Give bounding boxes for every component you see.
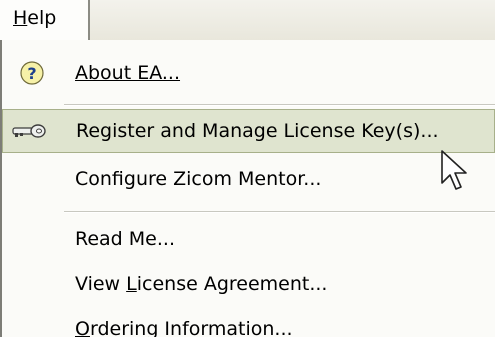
menu-item-ordering-info[interactable]: Ordering Information... [2, 306, 495, 337]
question-icon: ? [20, 61, 44, 85]
menu-item-ordering-label: Ordering Information... [75, 318, 293, 337]
svg-text:?: ? [27, 64, 36, 83]
menu-item-read-me-label: Read Me... [75, 228, 175, 250]
menu-item-about-label: About EA... [75, 62, 180, 84]
ordering-access-key: O [75, 318, 90, 337]
help-menu[interactable]: Help [0, 0, 90, 40]
menu-item-register-label: Register and Manage License Key(s)... [76, 120, 439, 142]
about-label-text: About EA... [75, 62, 181, 84]
help-access-key: H [13, 7, 28, 29]
menu-item-view-license[interactable]: View License Agreement... [2, 261, 495, 307]
ordering-label-rest: rdering Information... [89, 318, 293, 337]
menu-item-configure-mentor[interactable]: Configure Zicom Mentor... [2, 156, 495, 202]
menu-item-about[interactable]: ? About EA... [2, 50, 495, 96]
menu-separator [64, 211, 495, 213]
license-label-after: icense Agreement... [136, 273, 328, 295]
menu-item-view-license-label: View License Agreement... [75, 273, 327, 295]
license-access-key: L [126, 273, 137, 295]
help-label-rest: elp [27, 7, 57, 29]
license-label-before: View [75, 273, 127, 295]
menu-item-register-license[interactable]: Register and Manage License Key(s)... [2, 109, 495, 153]
help-dropdown-menu: ? About EA... Register and Manage Licens… [0, 40, 495, 337]
help-menu-label: Help [13, 7, 56, 29]
menu-item-read-me[interactable]: Read Me... [2, 216, 495, 262]
key-icon [12, 124, 46, 138]
menu-item-configure-label: Configure Zicom Mentor... [75, 168, 322, 190]
menu-separator [64, 104, 495, 106]
menu-bar: Help [0, 0, 495, 40]
